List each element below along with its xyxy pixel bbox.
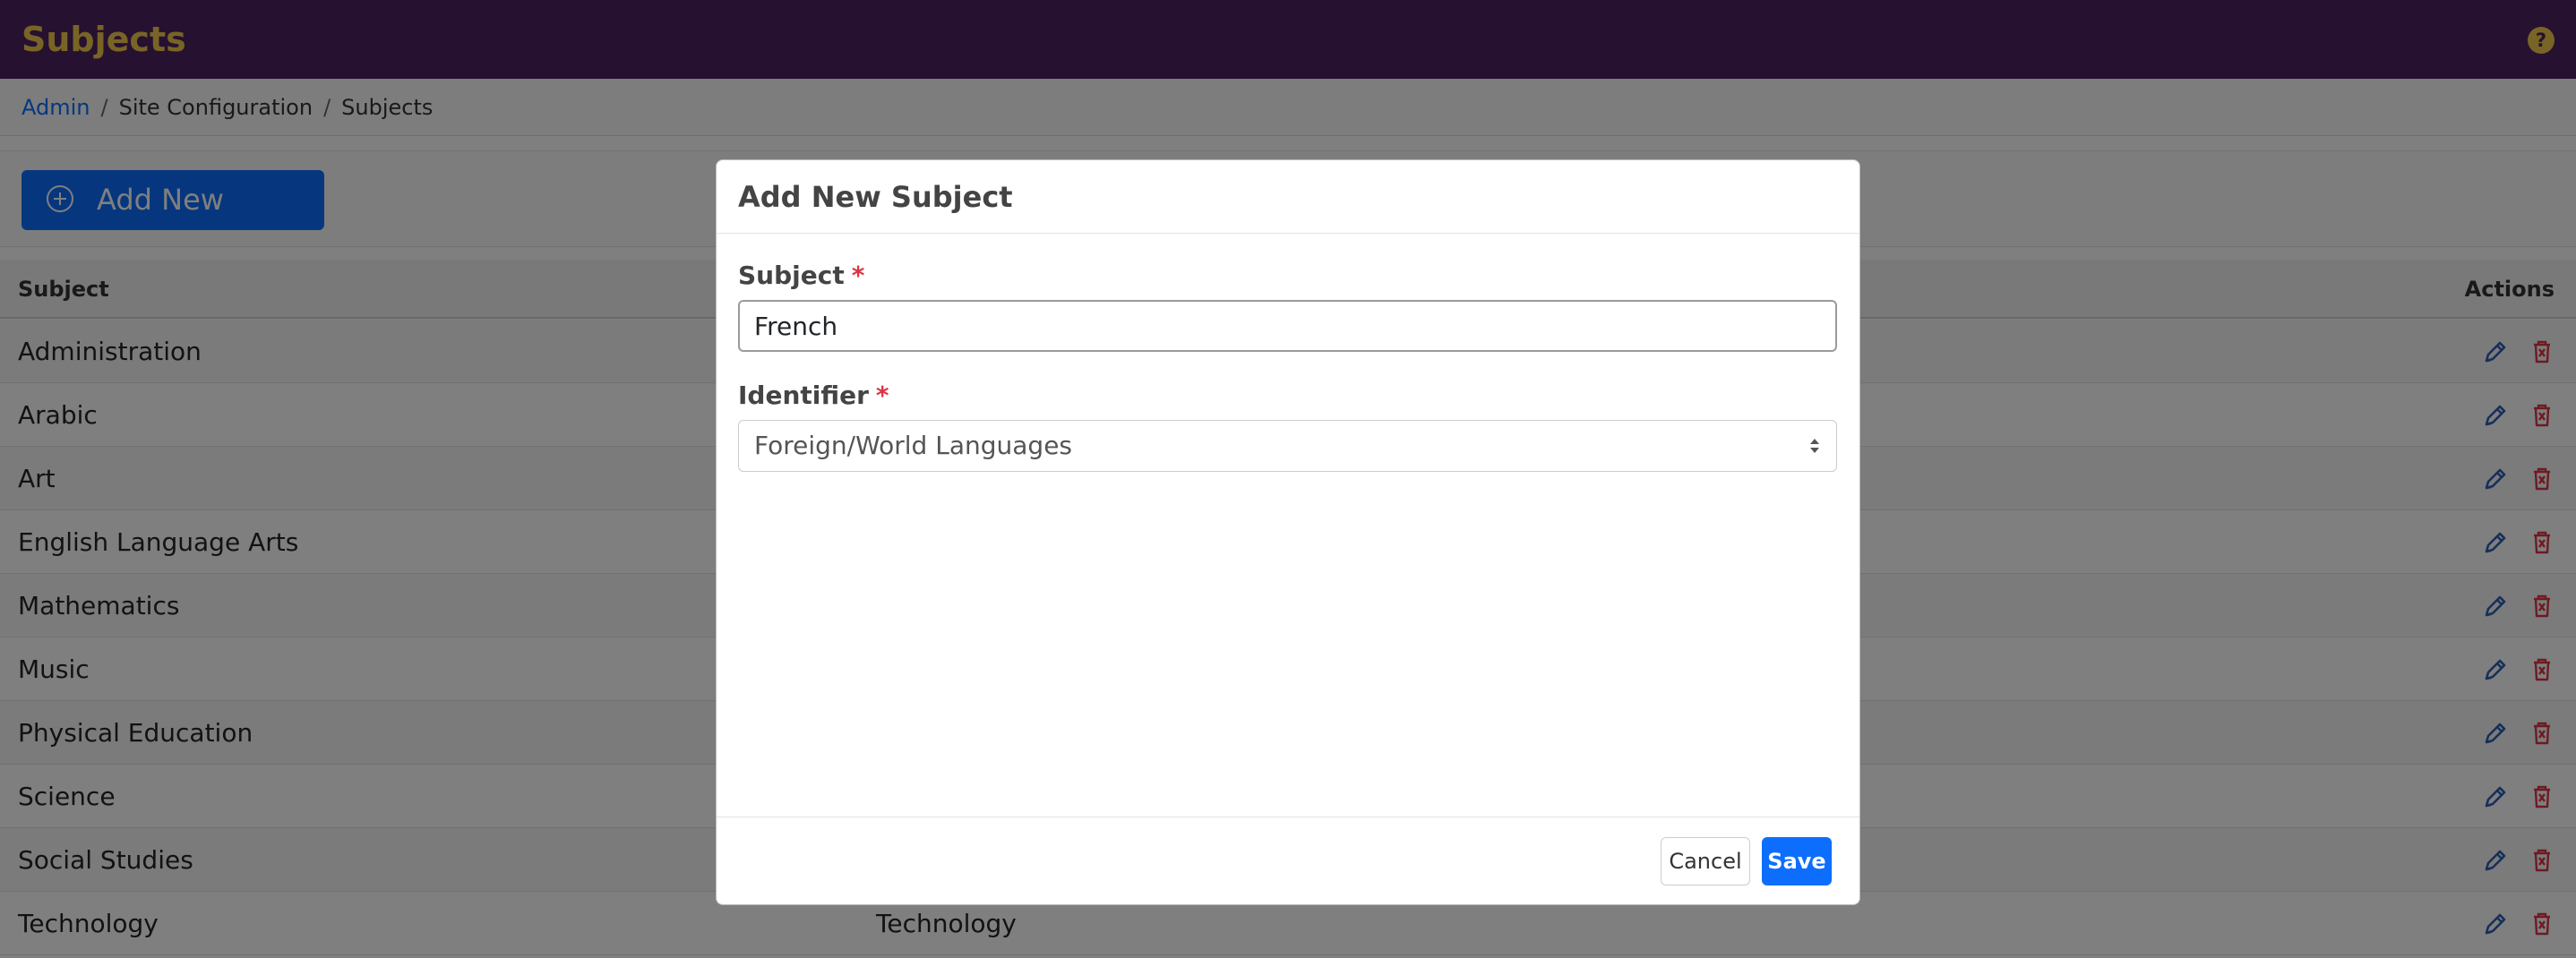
identifier-label-text: Identifier	[738, 381, 869, 410]
identifier-selected-value: Foreign/World Languages	[754, 431, 1073, 460]
add-subject-modal: Add New Subject Subject* Identifier* For…	[716, 159, 1860, 905]
subject-field-label: Subject *	[738, 261, 864, 290]
identifier-field-label: Identifier *	[738, 381, 889, 410]
cancel-button[interactable]: Cancel	[1661, 837, 1750, 885]
save-button[interactable]: Save	[1762, 837, 1832, 885]
required-indicator: *	[875, 381, 889, 410]
identifier-select[interactable]: Foreign/World Languages	[738, 420, 1837, 472]
modal-footer: Cancel Save	[717, 817, 1859, 904]
subject-label-text: Subject	[738, 261, 845, 290]
modal-header: Add New Subject	[717, 160, 1859, 234]
modal-title: Add New Subject	[738, 180, 1013, 214]
sort-arrows-icon	[1810, 439, 1819, 453]
required-indicator: *	[851, 261, 865, 290]
subject-input[interactable]	[738, 300, 1837, 352]
